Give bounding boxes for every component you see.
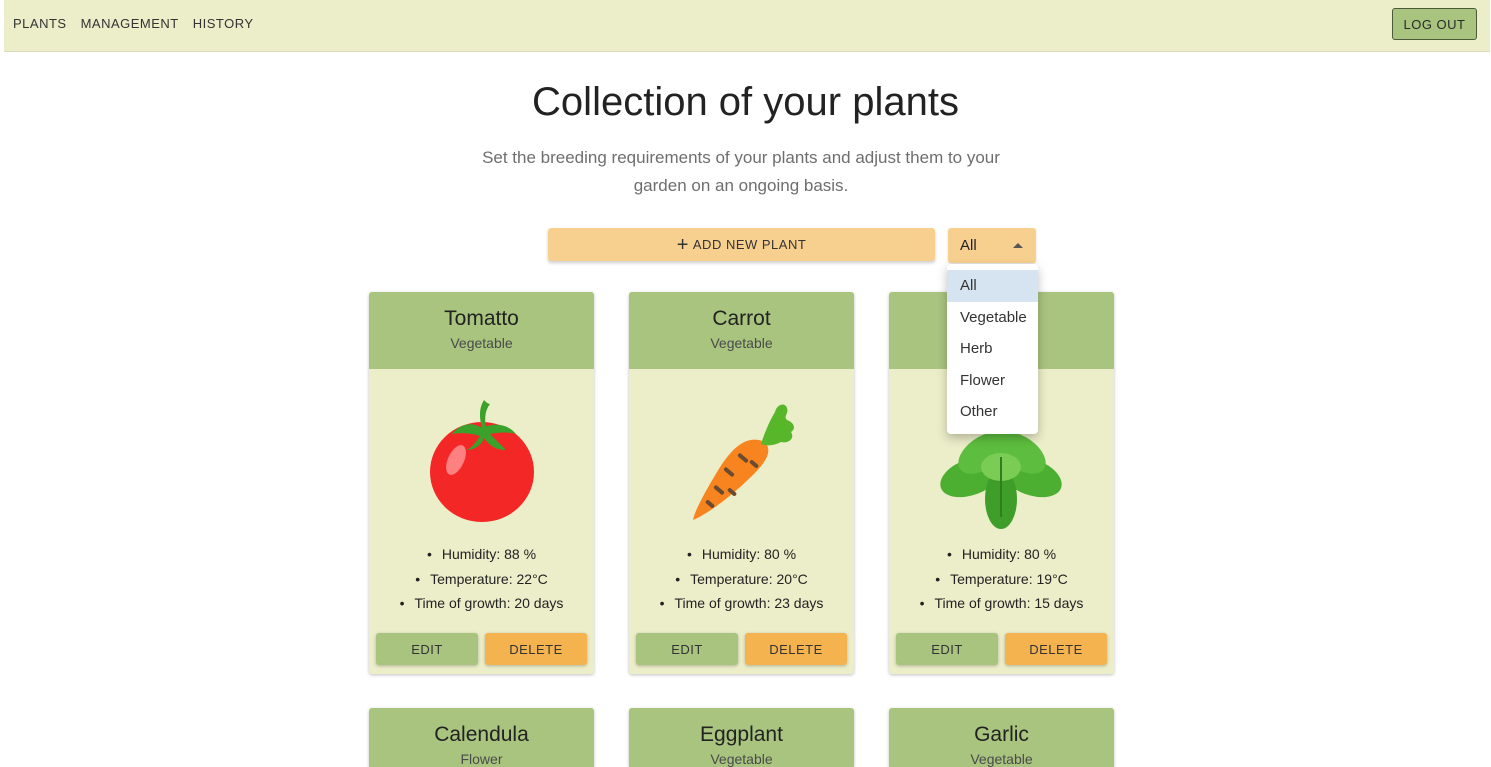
plant-card-carrot: Carrot Vegetable Humidity: 80 % Temperat… [629, 292, 854, 674]
edit-button[interactable]: EDIT [636, 633, 738, 665]
stat-humidity: Humidity: 88 % [369, 542, 594, 567]
card-header: Eggplant Vegetable [629, 708, 854, 767]
filter-option-other[interactable]: Other [947, 396, 1038, 428]
stat-growth-time: Time of growth: 23 days [629, 591, 854, 616]
category-filter-select[interactable]: All [948, 228, 1036, 263]
stat-growth-time: Time of growth: 20 days [369, 591, 594, 616]
stat-temperature: Temperature: 22°C [369, 567, 594, 592]
plant-card-eggplant: Eggplant Vegetable [629, 708, 854, 767]
nav-management[interactable]: MANAGEMENT [81, 16, 179, 31]
plant-name: Tomatto [444, 307, 519, 330]
delete-button[interactable]: DELETE [485, 633, 587, 665]
nav-links: PLANTS MANAGEMENT HISTORY [13, 16, 254, 31]
plant-type: Flower [460, 751, 503, 767]
filter-selected-value: All [960, 237, 977, 254]
plant-name: Calendula [434, 723, 529, 746]
carrot-icon [671, 387, 812, 532]
logout-button[interactable]: LOG OUT [1392, 8, 1477, 40]
caret-up-icon [1013, 243, 1023, 248]
delete-button[interactable]: DELETE [1005, 633, 1107, 665]
card-header: Tomatto Vegetable [369, 292, 594, 369]
plus-icon: + [676, 233, 689, 256]
tomato-icon [411, 387, 552, 532]
plant-stats: Humidity: 80 % Temperature: 19°C Time of… [889, 542, 1114, 616]
plant-name: Garlic [974, 723, 1029, 746]
stat-growth-time: Time of growth: 15 days [889, 591, 1114, 616]
stat-humidity: Humidity: 80 % [889, 542, 1114, 567]
page-title: Collection of your plants [532, 80, 959, 124]
filter-dropdown-menu: All Vegetable Herb Flower Other [947, 264, 1038, 434]
top-navbar: PLANTS MANAGEMENT HISTORY LOG OUT [4, 0, 1490, 52]
page-subtitle: Set the breeding requirements of your pl… [482, 148, 1000, 195]
nav-plants[interactable]: PLANTS [13, 16, 67, 31]
plant-stats: Humidity: 80 % Temperature: 20°C Time of… [629, 542, 854, 616]
filter-option-all[interactable]: All [947, 270, 1038, 302]
plant-type: Vegetable [710, 751, 773, 767]
card-header: Carrot Vegetable [629, 292, 854, 369]
stat-temperature: Temperature: 19°C [889, 567, 1114, 592]
plant-name: Eggplant [700, 723, 783, 746]
plant-name: Carrot [712, 307, 771, 330]
plant-type: Vegetable [970, 751, 1033, 767]
filter-option-herb[interactable]: Herb [947, 333, 1038, 365]
plant-type: Vegetable [710, 335, 773, 351]
plant-type: Vegetable [450, 335, 513, 351]
plant-stats: Humidity: 88 % Temperature: 22°C Time of… [369, 542, 594, 616]
stat-temperature: Temperature: 20°C [629, 567, 854, 592]
stat-humidity: Humidity: 80 % [629, 542, 854, 567]
edit-button[interactable]: EDIT [896, 633, 998, 665]
plant-card-tomato: Tomatto Vegetable Humidity: 88 % Tempera… [369, 292, 594, 674]
plant-card-calendula: Calendula Flower [369, 708, 594, 767]
edit-button[interactable]: EDIT [376, 633, 478, 665]
filter-option-vegetable[interactable]: Vegetable [947, 302, 1038, 334]
nav-history[interactable]: HISTORY [193, 16, 254, 31]
delete-button[interactable]: DELETE [745, 633, 847, 665]
plant-card-garlic: Garlic Vegetable [889, 708, 1114, 767]
filter-option-flower[interactable]: Flower [947, 365, 1038, 397]
add-new-plant-label: ADD NEW PLANT [692, 237, 807, 252]
card-header: Calendula Flower [369, 708, 594, 767]
add-new-plant-button[interactable]: + ADD NEW PLANT [548, 228, 935, 261]
card-header: Garlic Vegetable [889, 708, 1114, 767]
